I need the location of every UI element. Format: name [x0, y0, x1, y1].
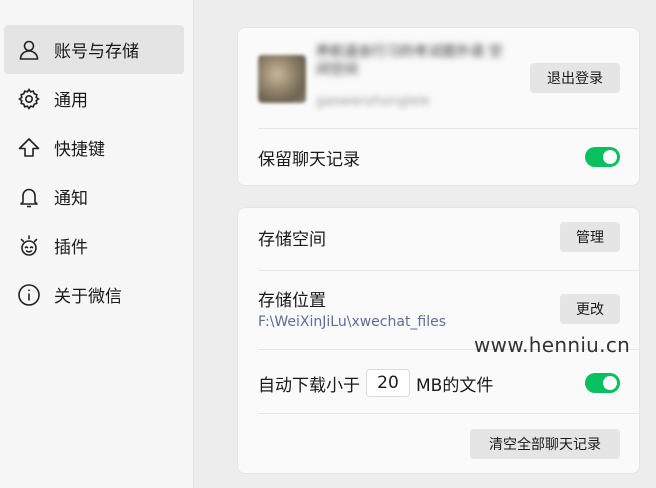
- divider: [258, 270, 639, 271]
- sidebar-item-about[interactable]: 关于微信: [4, 270, 184, 319]
- bell-icon: [17, 185, 41, 209]
- storage-space-label: 存储空间: [258, 229, 326, 250]
- clear-all-history-button[interactable]: 清空全部聊天记录: [470, 429, 620, 459]
- account-name: 养航道会行习的考试题外语 空间空间: [316, 44, 503, 78]
- keep-history-label: 保留聊天记录: [258, 149, 360, 170]
- gear-icon: [17, 87, 41, 111]
- change-location-button[interactable]: 更改: [560, 294, 620, 324]
- auto-download-prefix: 自动下载小于: [258, 375, 360, 396]
- avatar: [258, 55, 306, 103]
- account-id: gaowanzhonglele: [316, 94, 430, 109]
- sidebar-item-account-storage[interactable]: 账号与存储: [4, 25, 184, 74]
- storage-location-label: 存储位置: [258, 290, 326, 311]
- logout-button[interactable]: 退出登录: [530, 63, 620, 93]
- user-icon: [17, 38, 41, 62]
- sidebar-item-label: 账号与存储: [54, 42, 139, 62]
- divider: [258, 413, 639, 414]
- info-icon: [17, 283, 41, 307]
- keep-history-toggle[interactable]: [585, 147, 620, 167]
- plugin-icon: [17, 234, 41, 258]
- settings-main: 养航道会行习的考试题外语 空间空间 gaowanzhonglele 退出登录 保…: [195, 0, 656, 488]
- watermark: www.henniu.cn: [474, 333, 631, 357]
- storage-path: F:\WeiXinJiLu\xwechat_files: [258, 314, 447, 330]
- sidebar-item-label: 快捷键: [54, 140, 105, 160]
- auto-download-suffix: MB的文件: [416, 375, 494, 396]
- account-card: 养航道会行习的考试题外语 空间空间 gaowanzhonglele 退出登录 保…: [237, 27, 640, 186]
- sidebar-item-shortcuts[interactable]: 快捷键: [4, 123, 184, 172]
- sidebar-item-label: 通知: [54, 189, 88, 209]
- sidebar-item-plugins[interactable]: 插件: [4, 221, 184, 270]
- sidebar-item-label: 关于微信: [54, 287, 122, 307]
- divider: [258, 128, 639, 129]
- auto-download-size-input[interactable]: 20: [366, 369, 410, 397]
- sidebar-item-notifications[interactable]: 通知: [4, 172, 184, 221]
- settings-sidebar: 账号与存储 通用 快捷键 通知 插件 关于微信: [0, 0, 194, 488]
- manage-button[interactable]: 管理: [560, 222, 620, 252]
- sidebar-item-label: 插件: [54, 238, 88, 258]
- arrow-up-icon: [17, 136, 41, 160]
- auto-download-toggle[interactable]: [585, 373, 620, 393]
- sidebar-item-label: 通用: [54, 91, 88, 111]
- sidebar-item-general[interactable]: 通用: [4, 74, 184, 123]
